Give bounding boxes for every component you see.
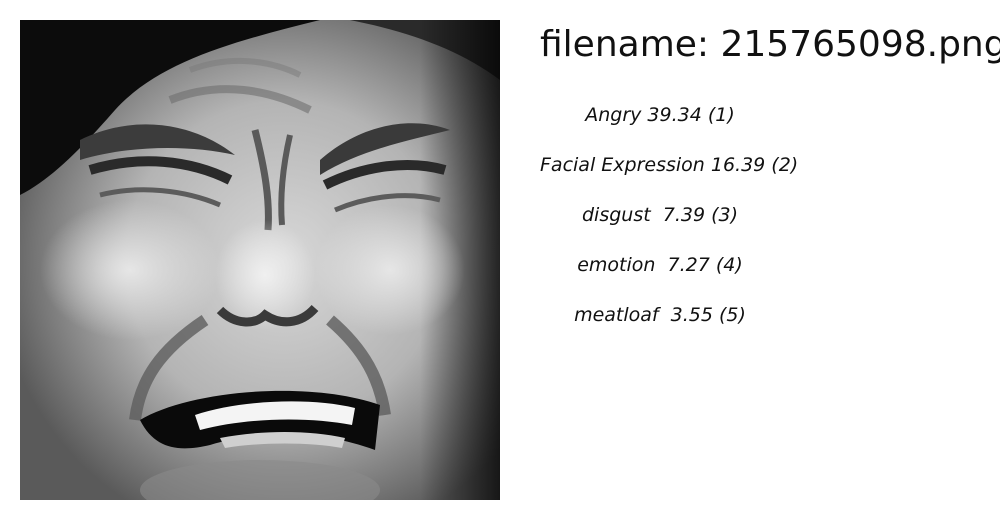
result-page: filename: 215765098.png Angry 39.34 (1) …: [0, 0, 1000, 520]
prediction-item: emotion 7.27 (4): [577, 254, 743, 276]
prediction-item: Angry 39.34 (1): [585, 104, 735, 126]
prediction-item: disgust 7.39 (3): [581, 204, 739, 226]
prediction-list: Angry 39.34 (1) Facial Expression 16.39 …: [540, 100, 799, 350]
face-image: [20, 20, 500, 500]
prediction-item: meatloaf 3.55 (5): [574, 304, 746, 326]
face-photo-icon: [20, 20, 500, 500]
prediction-item: Facial Expression 16.39 (2): [540, 154, 799, 176]
filename-label: filename: 215765098.png: [540, 24, 1000, 65]
